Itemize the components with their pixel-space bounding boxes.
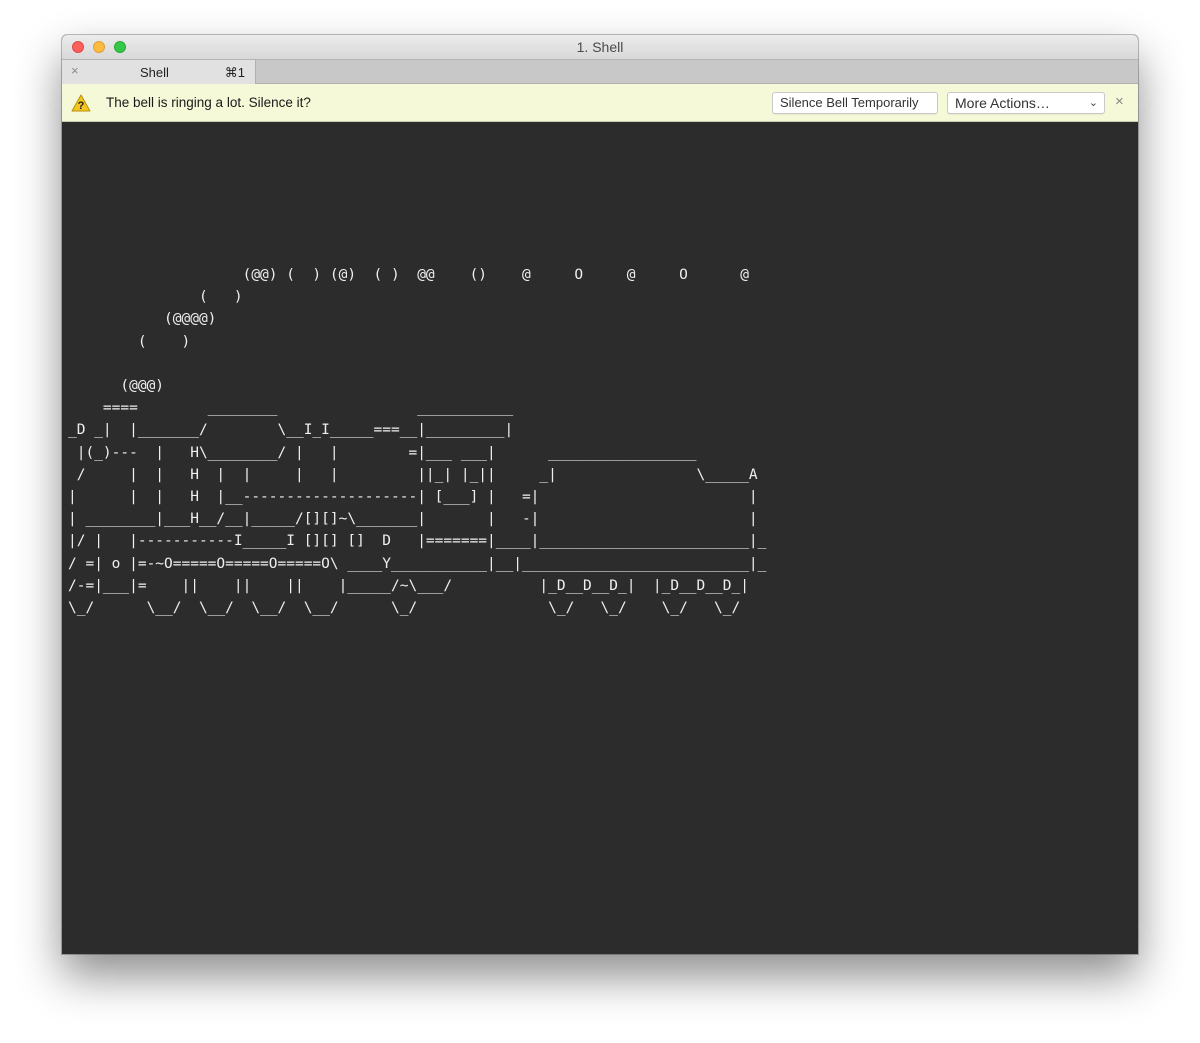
terminal-line: \_/ \__/ \__/ \__/ \__/ \_/ \_/ \_/ \_/ … (68, 600, 741, 617)
terminal-output-area[interactable]: (@@) ( ) (@) ( ) @@ () @ O @ O @ ( ) (@@… (62, 122, 1138, 954)
terminal-line: ( ) (68, 333, 191, 350)
terminal-screen: (@@) ( ) (@) ( ) @@ () @ O @ O @ ( ) (@@… (68, 264, 766, 619)
more-actions-label: More Actions… (955, 95, 1050, 111)
terminal-line: (@@@) (68, 378, 165, 395)
terminal-line: |(_)--- | H\________/ | | =|___ ___| ___… (68, 444, 697, 461)
terminal-line: /-=|___|= || || || |_____/~\___/ |_D__D_… (68, 577, 749, 594)
bell-notification-bar: ? The bell is ringing a lot. Silence it?… (62, 84, 1138, 122)
notice-message: The bell is ringing a lot. Silence it? (106, 95, 311, 110)
window-title: 1. Shell (576, 39, 624, 55)
terminal-line: (@@@@) (68, 311, 217, 328)
terminal-line: | | | H |__--------------------| [___] |… (68, 489, 758, 506)
chevron-down-icon: ⌄ (1088, 97, 1098, 109)
terminal-line: |/ | |-----------I_____I [][] [] D |====… (68, 533, 767, 550)
notice-close-icon[interactable]: × (1115, 94, 1124, 110)
terminal-line: ( ) (68, 289, 243, 306)
terminal-line: (@@) ( ) (@) ( ) @@ () @ O @ O @ (68, 267, 749, 283)
tab-bar: × Shell ⌘1 (62, 59, 1138, 84)
terminal-line: ==== ________ ___________ (68, 400, 514, 417)
warning-icon: ? (71, 94, 91, 112)
terminal-line: / | | H | | | | ||_| |_|| _| \_____A (68, 466, 758, 483)
terminal-line: | ________|___H__/__|_____/[][]~\_______… (68, 511, 758, 528)
more-actions-dropdown[interactable]: More Actions… ⌄ (947, 92, 1105, 114)
terminal-line: _D _| |_______/ \__I_I_____===__|_______… (68, 422, 514, 439)
tab-shortcut: ⌘1 (224, 65, 245, 80)
tab-label: Shell (140, 65, 169, 80)
title-bar[interactable]: 1. Shell (62, 35, 1138, 59)
terminal-window: 1. Shell × Shell ⌘1 ? The bell is ringin… (62, 35, 1138, 954)
tab-shell[interactable]: × Shell ⌘1 (62, 60, 256, 84)
terminal-line: / =| o |=-~O=====O=====O=====O\ ____Y___… (68, 555, 767, 572)
svg-text:?: ? (78, 100, 85, 112)
silence-bell-button[interactable]: Silence Bell Temporarily (772, 92, 938, 114)
tab-close-icon[interactable]: × (71, 64, 79, 78)
